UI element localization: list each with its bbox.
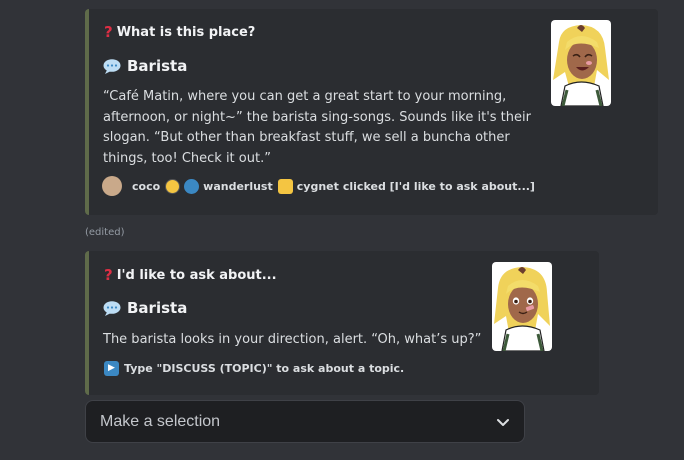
footer-user: coco [132,179,161,193]
footer-text: Type "DISCUSS (TOPIC)" to ask about a to… [124,362,405,375]
description-line: afternoon, or night~” the barista sing-s… [103,109,531,125]
embed-title: ? I'd like to ask about... [104,266,277,284]
embed-title: ? What is this place? [104,23,255,41]
masks-icon [277,178,293,194]
description-line: slogan. “But other than breakfast stuff,… [103,130,510,145]
barista-portrait-icon [551,20,611,106]
question-mark-icon: ? [104,266,113,284]
embed-description: “Café Matin, where you can get a great s… [103,87,533,169]
speech-bubble-icon [103,300,121,316]
play-icon: ▶ [104,361,119,376]
barista-thumbnail[interactable] [492,262,552,351]
embed-footer: coco wanderlust cygnet clicked [I'd like… [102,176,535,196]
embed-description: The barista looks in your direction, ale… [103,332,482,347]
embed-author-name: Barista [127,57,188,75]
embed-title-text: I'd like to ask about... [116,267,277,283]
embed-ask-about: ? I'd like to ask about... Barista The b… [85,251,599,395]
selection-dropdown[interactable]: Make a selection [85,400,525,443]
embed-author: Barista [103,57,187,75]
embed-title-text: What is this place? [116,24,256,40]
description-line: things, too! Check it out.” [103,150,271,166]
barista-portrait-icon [492,262,552,351]
speech-bubble-icon [103,58,121,74]
clock-icon [165,178,181,194]
embed-footer: ▶ Type "DISCUSS (TOPIC)" to ask about a … [104,361,404,376]
description-line: “Café Matin, where you can get a great s… [103,89,507,104]
footer-user: wanderlust [203,179,273,193]
embed-author-name: Barista [127,299,188,317]
embed-author: Barista [103,299,187,317]
barista-thumbnail[interactable] [551,20,611,106]
dropdown-placeholder: Make a selection [100,412,221,430]
chevron-down-icon[interactable] [496,415,510,429]
question-mark-icon: ? [104,23,113,41]
footer-action-text: clicked [I'd like to ask about...] [342,179,535,193]
avatar-icon [102,176,122,196]
footer-user: cygnet [296,179,339,193]
embed-what-is-this-place: ? What is this place? Barista “Café Mati… [85,9,658,215]
edited-label: (edited) [85,227,125,238]
wave-icon [184,178,200,194]
